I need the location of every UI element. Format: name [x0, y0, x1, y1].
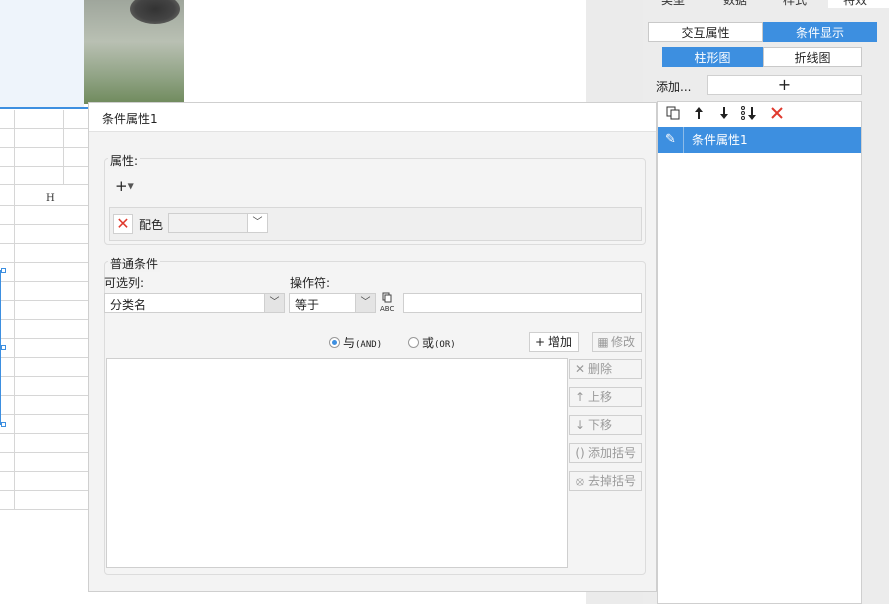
condition-item-label: 条件属性1 [692, 133, 748, 147]
tab-conditional-display[interactable]: 条件显示 [763, 22, 877, 42]
color-scheme-select[interactable]: ﹀ [168, 213, 268, 233]
condition-list-area[interactable] [106, 358, 568, 568]
plus-icon: + [534, 335, 546, 349]
column-label: 可选列: [104, 276, 145, 290]
add-property-dropdown[interactable]: +▼ [115, 177, 145, 195]
radio-and-code: (AND) [355, 340, 383, 350]
abc-icon-text: ABC [380, 305, 395, 313]
add-condition-button[interactable]: + [707, 75, 862, 95]
condition-toolbar [658, 102, 861, 126]
modify-button-label: 修改 [611, 335, 636, 349]
canvas-area [184, 0, 586, 102]
move-down-label: 下移 [588, 418, 613, 432]
radio-and[interactable]: 与(AND) [329, 334, 382, 351]
add-bracket-button[interactable]: () 添加括号 [569, 443, 642, 463]
plus-icon: + [115, 177, 128, 195]
radio-and-label: 与 [343, 336, 356, 350]
move-down-button[interactable]: ↓ 下移 [569, 415, 642, 435]
tab-effects[interactable]: 特效 [843, 0, 867, 8]
condition-list: ✎ 条件属性1 [657, 101, 862, 604]
delete-icon[interactable] [768, 105, 786, 123]
chevron-down-icon: ﹀ [247, 214, 267, 232]
column-select[interactable]: 分类名 ﹀ [104, 293, 285, 313]
move-bottom-icon[interactable] [740, 105, 758, 123]
remove-bracket-button[interactable]: ⦻ 去掉括号 [569, 471, 642, 491]
tab-style[interactable]: 样式 [783, 0, 807, 8]
column-select-value: 分类名 [110, 298, 147, 312]
condition-attribute-dialog: 条件属性1 +▼ ✕ 配色 ﹀ 属性: 普通条件 可选列: 操作符: 分类名 ﹀… [88, 102, 657, 592]
dialog-title: 条件属性1 [102, 112, 158, 126]
add-button-label: 增加 [548, 335, 573, 349]
tab-bar-chart[interactable]: 柱形图 [662, 47, 763, 67]
panel-top-tabs: 类型 数据 样式 特效 [643, 0, 889, 8]
property-group: +▼ ✕ 配色 ﹀ [104, 158, 646, 245]
properties-panel: 类型 数据 样式 特效 交互属性 条件显示 柱形图 折线图 添加... + ✎ … [643, 0, 889, 604]
condition-group-label: 普通条件 [108, 255, 161, 272]
move-up-label: 上移 [588, 390, 613, 404]
bracket-icon: () [575, 446, 585, 460]
caret-down-icon: ▼ [127, 181, 134, 191]
close-icon: ✕ [574, 362, 586, 376]
property-group-label: 属性: [108, 152, 141, 169]
condition-value-input[interactable] [403, 293, 642, 313]
remove-property-button[interactable]: ✕ [113, 214, 133, 234]
photo-thumbnail [84, 0, 184, 104]
delete-button-label: 删除 [588, 362, 613, 376]
operator-select-value: 等于 [295, 298, 320, 312]
remove-bracket-icon: ⦻ [576, 474, 584, 488]
property-label: 配色 [139, 218, 164, 232]
operator-label: 操作符: [290, 276, 331, 290]
condition-list-item[interactable]: ✎ 条件属性1 [658, 127, 861, 153]
remove-bracket-label: 去掉括号 [588, 474, 637, 488]
move-down-icon[interactable] [715, 105, 733, 123]
delete-condition-button[interactable]: ✕ 删除 [569, 359, 642, 379]
selection-border [0, 107, 90, 109]
spreadsheet-grid[interactable]: H [0, 110, 88, 510]
radio-selected-icon [329, 337, 340, 348]
arrow-down-icon: ↓ [574, 418, 586, 432]
modify-condition-button[interactable]: ▦ 修改 [592, 332, 642, 352]
formula-abc-icon[interactable]: ABC [380, 292, 400, 313]
tab-data[interactable]: 数据 [723, 0, 747, 8]
add-condition-button[interactable]: + 增加 [529, 332, 579, 352]
operator-select[interactable]: 等于 ﹀ [289, 293, 376, 313]
tab-line-chart[interactable]: 折线图 [763, 47, 862, 67]
chevron-down-icon: ﹀ [355, 294, 375, 312]
tab-type[interactable]: 类型 [661, 0, 685, 8]
add-bracket-label: 添加括号 [588, 446, 637, 460]
edit-pencil-icon[interactable]: ✎ [658, 127, 684, 153]
radio-or-code: (OR) [434, 340, 456, 350]
copy-icon[interactable] [664, 105, 682, 123]
dialog-title-bar: 条件属性1 [89, 103, 656, 132]
canvas-background [0, 0, 84, 108]
add-label: 添加... [656, 80, 692, 94]
radio-or[interactable]: 或(OR) [408, 334, 456, 351]
chevron-down-icon: ﹀ [264, 294, 284, 312]
radio-or-label: 或 [422, 336, 435, 350]
property-row-color: ✕ 配色 ﹀ [109, 207, 642, 241]
column-header-h: H [46, 193, 55, 204]
radio-unselected-icon [408, 337, 419, 348]
tab-interaction-properties[interactable]: 交互属性 [648, 22, 763, 42]
modify-icon: ▦ [597, 335, 609, 349]
move-up-icon[interactable] [690, 105, 708, 123]
arrow-up-icon: ↑ [574, 390, 586, 404]
move-up-button[interactable]: ↑ 上移 [569, 387, 642, 407]
